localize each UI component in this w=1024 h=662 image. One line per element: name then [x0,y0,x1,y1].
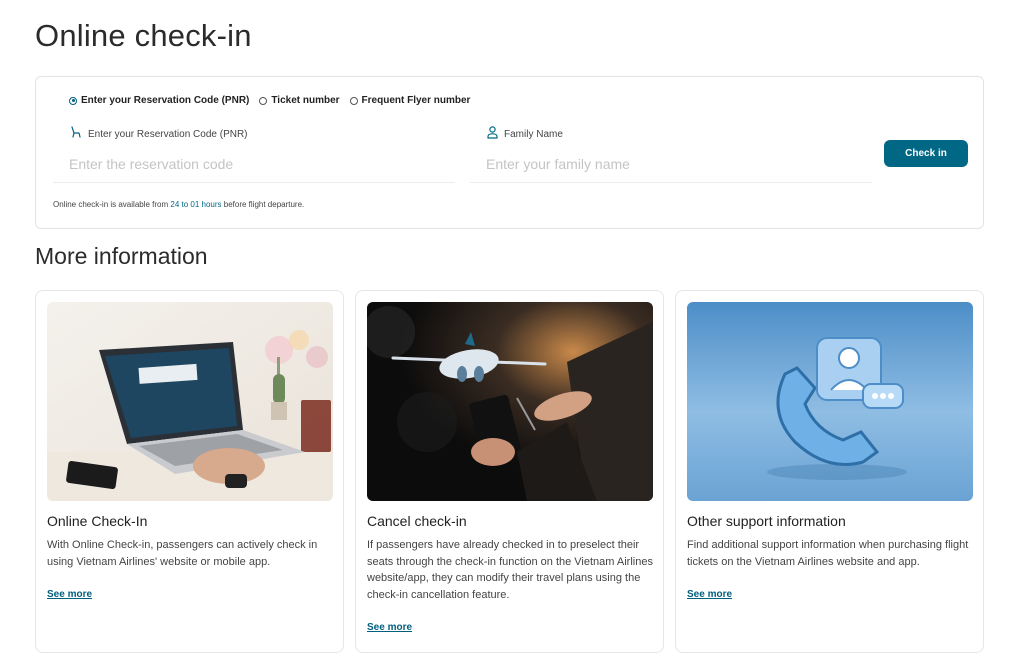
see-more-link[interactable]: See more [687,589,732,600]
page-title: Online check-in [35,18,252,53]
family-name-field-label: Family Name [487,126,563,142]
card-online-check-in: Online Check-In With Online Check-in, pa… [35,290,344,653]
see-more-link[interactable]: See more [47,589,92,600]
card-other-support: Other support information Find additiona… [675,290,984,653]
radio-frequent-flyer-label: Frequent Flyer number [361,95,471,106]
see-more-link[interactable]: See more [367,622,412,633]
card-image-laptop [47,302,333,501]
pnr-label-text: Enter your Reservation Code (PNR) [88,128,248,140]
checkin-panel: Enter your Reservation Code (PNR) Ticket… [35,76,984,229]
pnr-field: Enter your Reservation Code (PNR) [53,123,455,183]
person-icon [487,126,498,142]
card-description: Find additional support information when… [687,539,969,568]
pnr-field-label: Enter your Reservation Code (PNR) [70,126,248,142]
lookup-type-radio-group: Enter your Reservation Code (PNR) Ticket… [69,95,470,106]
card-description: With Online Check-in, passengers can act… [47,539,318,568]
more-information-title: More information [35,243,208,269]
radio-unchecked-icon[interactable] [349,96,358,105]
availability-note-prefix: Online check-in is available from [53,200,171,209]
family-name-input[interactable] [486,153,856,175]
card-title: Online Check-In [47,513,148,529]
family-name-label-text: Family Name [504,128,563,140]
reservation-code-input[interactable] [69,153,439,175]
check-in-button[interactable]: Check in [884,140,968,167]
radio-frequent-flyer[interactable]: Frequent Flyer number [349,95,471,106]
availability-note-suffix: before flight departure. [221,200,305,209]
card-image-airplane-phone [367,302,653,501]
radio-unchecked-icon[interactable] [259,96,268,105]
radio-ticket-number[interactable]: Ticket number [259,95,340,106]
card-title: Cancel check-in [367,513,467,529]
radio-pnr[interactable]: Enter your Reservation Code (PNR) [69,95,249,106]
page: Online check-in Enter your Reservation C… [0,0,1024,662]
card-description: If passengers have already checked in to… [367,539,653,601]
radio-pnr-label: Enter your Reservation Code (PNR) [81,95,250,106]
card-cancel-check-in: Cancel check-in If passengers have alrea… [355,290,664,653]
seat-icon [70,126,82,142]
availability-note: Online check-in is available from 24 to … [53,200,304,209]
radio-checked-icon[interactable] [69,96,77,105]
availability-hours: 24 to 01 hours [170,200,222,209]
radio-ticket-label: Ticket number [271,95,340,106]
card-title: Other support information [687,513,846,529]
family-name-field: Family Name [470,123,872,183]
card-image-support-phone [687,302,973,501]
